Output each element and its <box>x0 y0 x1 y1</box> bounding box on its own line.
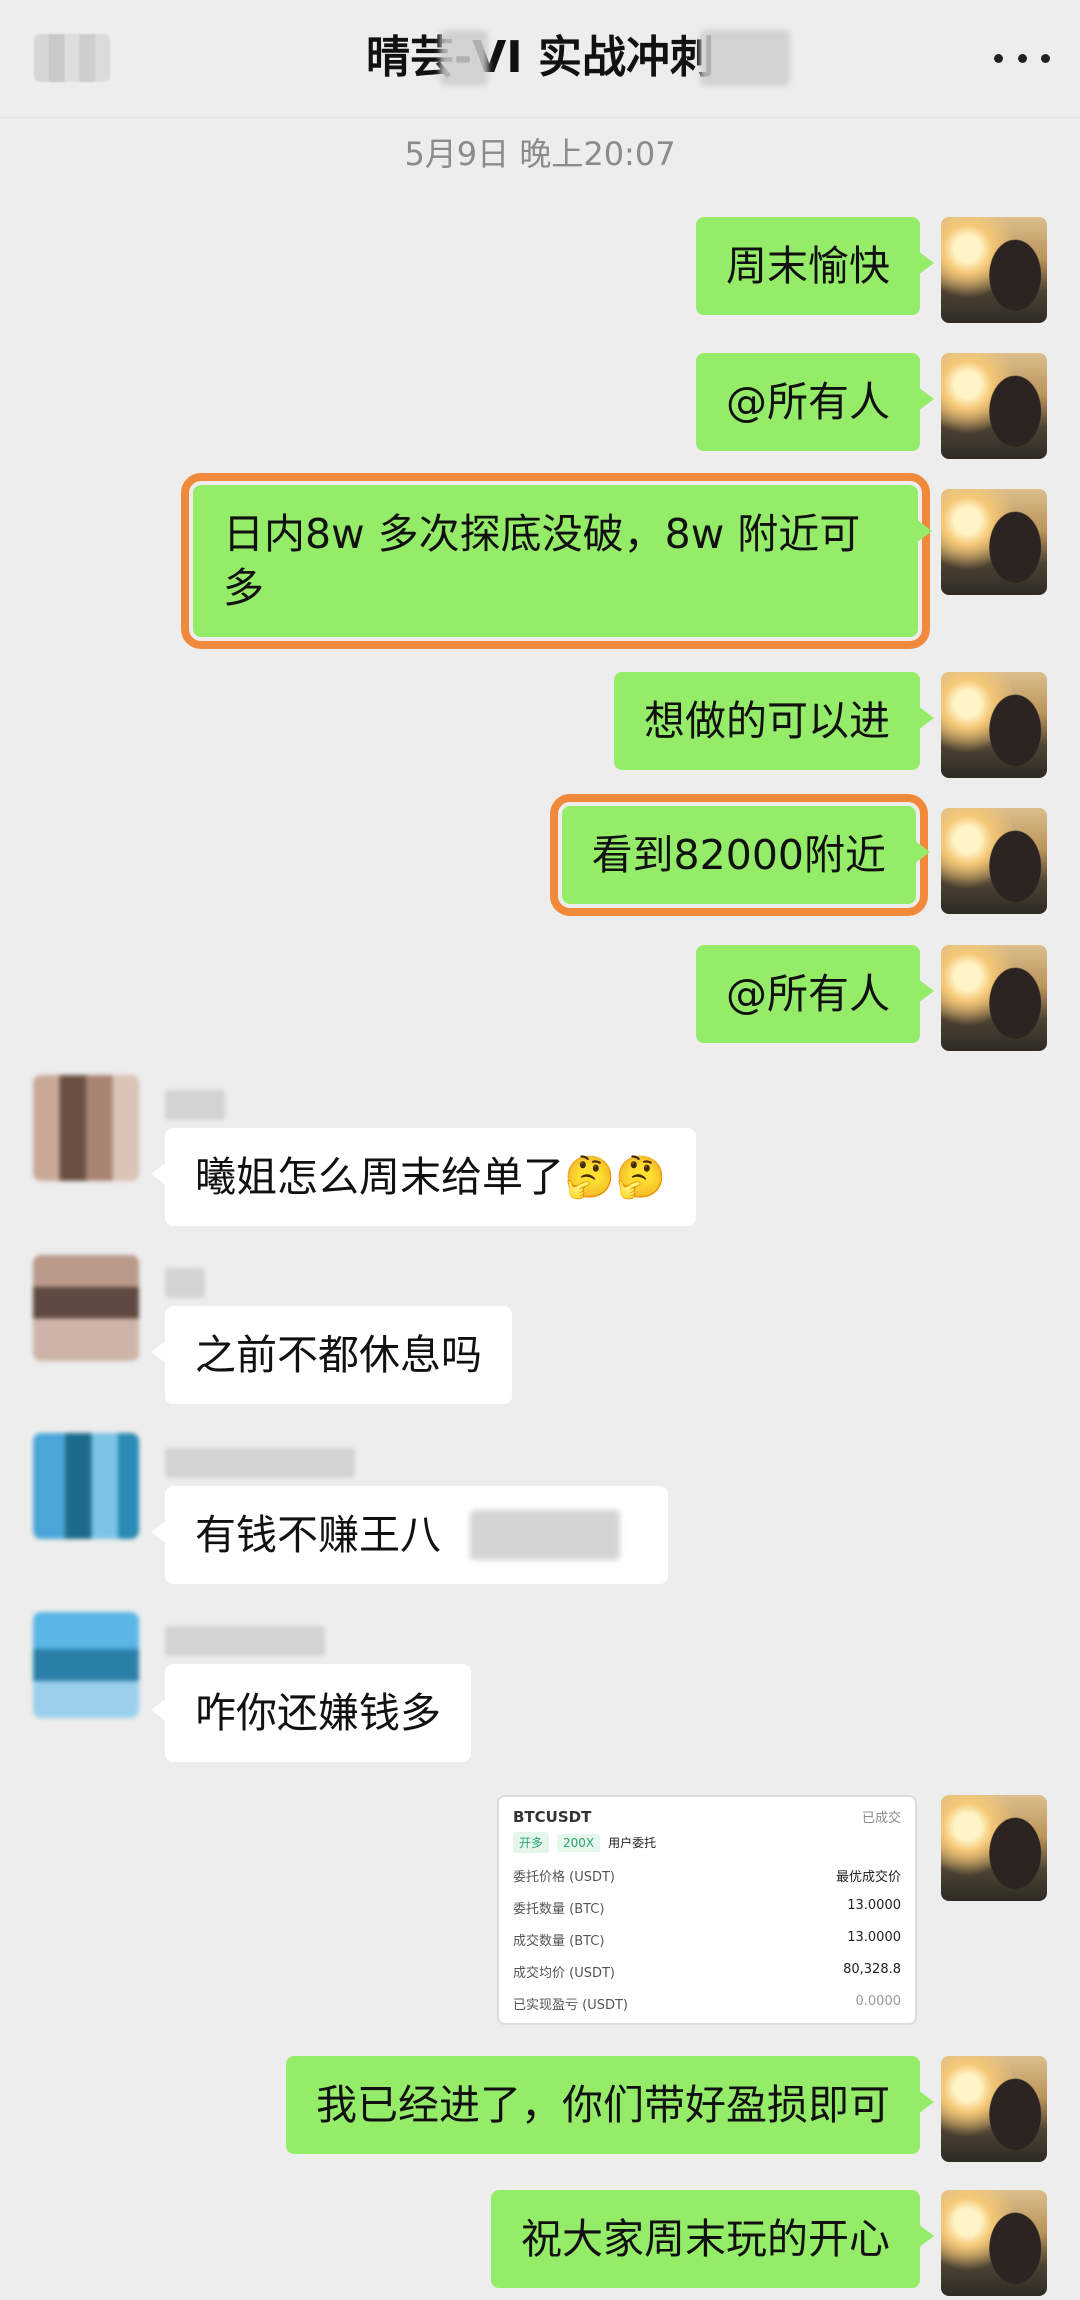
trade-row: 已实现盈亏 (USDT) 0.0000 <box>513 1994 901 2013</box>
trade-type-tag: 用户委托 <box>608 1836 657 1850</box>
my-avatar[interactable] <box>941 1795 1047 1901</box>
trade-row: 委托数量 (BTC) 13.0000 <box>513 1898 901 1917</box>
member-avatar[interactable] <box>33 1075 139 1181</box>
message-timestamp: 5月9日 晚上20:07 <box>404 135 676 173</box>
my-avatar[interactable] <box>941 672 1047 778</box>
back-button[interactable] <box>34 30 114 86</box>
message-bubble-sent[interactable]: @所有人 <box>696 353 934 451</box>
trade-row: 成交数量 (BTC) 13.0000 <box>513 1930 901 1949</box>
text-redaction <box>470 1510 620 1560</box>
message-bubble-sent[interactable]: 祝大家周末玩的开心 <box>491 2190 934 2288</box>
trade-side-tag: 开多 <box>513 1832 550 1853</box>
my-avatar[interactable] <box>941 2190 1047 2296</box>
member-nickname-redacted <box>165 1090 225 1120</box>
trade-symbol: BTCUSDT <box>513 1807 592 1826</box>
my-avatar[interactable] <box>941 217 1047 323</box>
message-bubble-sent[interactable]: @所有人 <box>696 945 934 1043</box>
message-bubble-received[interactable]: 咋你还嫌钱多 <box>151 1664 471 1762</box>
trade-row: 成交均价 (USDT) 80,328.8 <box>513 1962 901 1981</box>
message-bubble-sent[interactable]: 周末愉快 <box>696 217 934 315</box>
member-nickname-redacted <box>165 1448 355 1478</box>
trade-screenshot-card[interactable]: BTCUSDT 已成交 开多 200X 用户委托 委托价格 (USDT) 最优成… <box>497 1795 917 2025</box>
member-avatar[interactable] <box>33 1255 139 1361</box>
message-bubble-sent-highlighted[interactable]: 日内8w 多次探底没破，8w 附近可多 <box>181 473 932 649</box>
trade-status: 已成交 <box>861 1811 901 1826</box>
message-bubble-sent[interactable]: 我已经进了，你们带好盈损即可 <box>286 2056 934 2154</box>
message-bubble-received[interactable]: 曦姐怎么周末给单了🤔🤔 <box>150 1128 697 1226</box>
title-redaction <box>440 30 488 86</box>
my-avatar[interactable] <box>941 808 1047 914</box>
chat-header: 晴芸-VI 实战冲刺 <box>0 0 1080 118</box>
my-avatar[interactable] <box>941 945 1047 1051</box>
message-bubble-received[interactable]: 之前不都休息吗 <box>151 1306 512 1404</box>
trade-row: 委托价格 (USDT) 最优成交价 <box>513 1870 901 1885</box>
member-avatar[interactable] <box>33 1433 139 1539</box>
message-bubble-sent-highlighted[interactable]: 看到82000附近 <box>549 794 931 916</box>
ellipsis-icon[interactable] <box>994 38 1050 78</box>
my-avatar[interactable] <box>941 489 1047 595</box>
chat-title: 晴芸-VI 实战冲刺 <box>365 32 714 83</box>
my-avatar[interactable] <box>941 353 1047 459</box>
my-avatar[interactable] <box>941 2056 1047 2162</box>
blurred-back-icon <box>34 34 110 82</box>
member-avatar[interactable] <box>33 1612 139 1718</box>
member-nickname-redacted <box>165 1268 205 1298</box>
message-bubble-sent[interactable]: 想做的可以进 <box>614 672 934 770</box>
title-redaction <box>700 30 790 86</box>
trade-leverage-tag: 200X <box>557 1833 601 1852</box>
member-nickname-redacted <box>165 1626 325 1656</box>
